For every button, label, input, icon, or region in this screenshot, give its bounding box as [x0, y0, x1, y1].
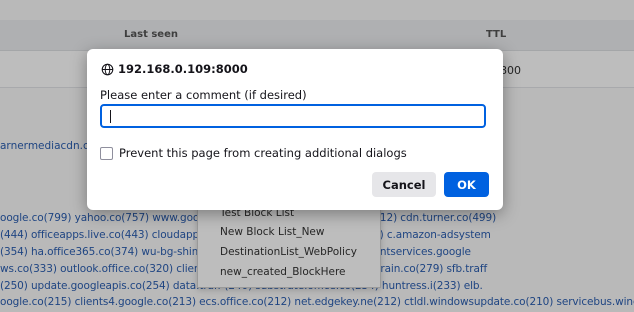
comment-input[interactable] [100, 104, 486, 128]
prevent-dialogs-label[interactable]: Prevent this page from creating addition… [119, 146, 407, 160]
prompt-dialog: 192.168.0.109:8000 Please enter a commen… [87, 49, 503, 210]
dialog-prompt: Please enter a comment (if desired) [100, 88, 307, 102]
prevent-dialogs-option[interactable]: Prevent this page from creating addition… [100, 146, 407, 160]
dialog-title: 192.168.0.109:8000 [101, 61, 248, 77]
globe-icon [101, 63, 114, 75]
ok-button[interactable]: OK [444, 172, 489, 197]
text-caret [110, 110, 111, 123]
prevent-dialogs-checkbox[interactable] [100, 146, 113, 160]
dialog-origin: 192.168.0.109:8000 [118, 62, 248, 76]
cancel-button[interactable]: Cancel [372, 172, 436, 197]
